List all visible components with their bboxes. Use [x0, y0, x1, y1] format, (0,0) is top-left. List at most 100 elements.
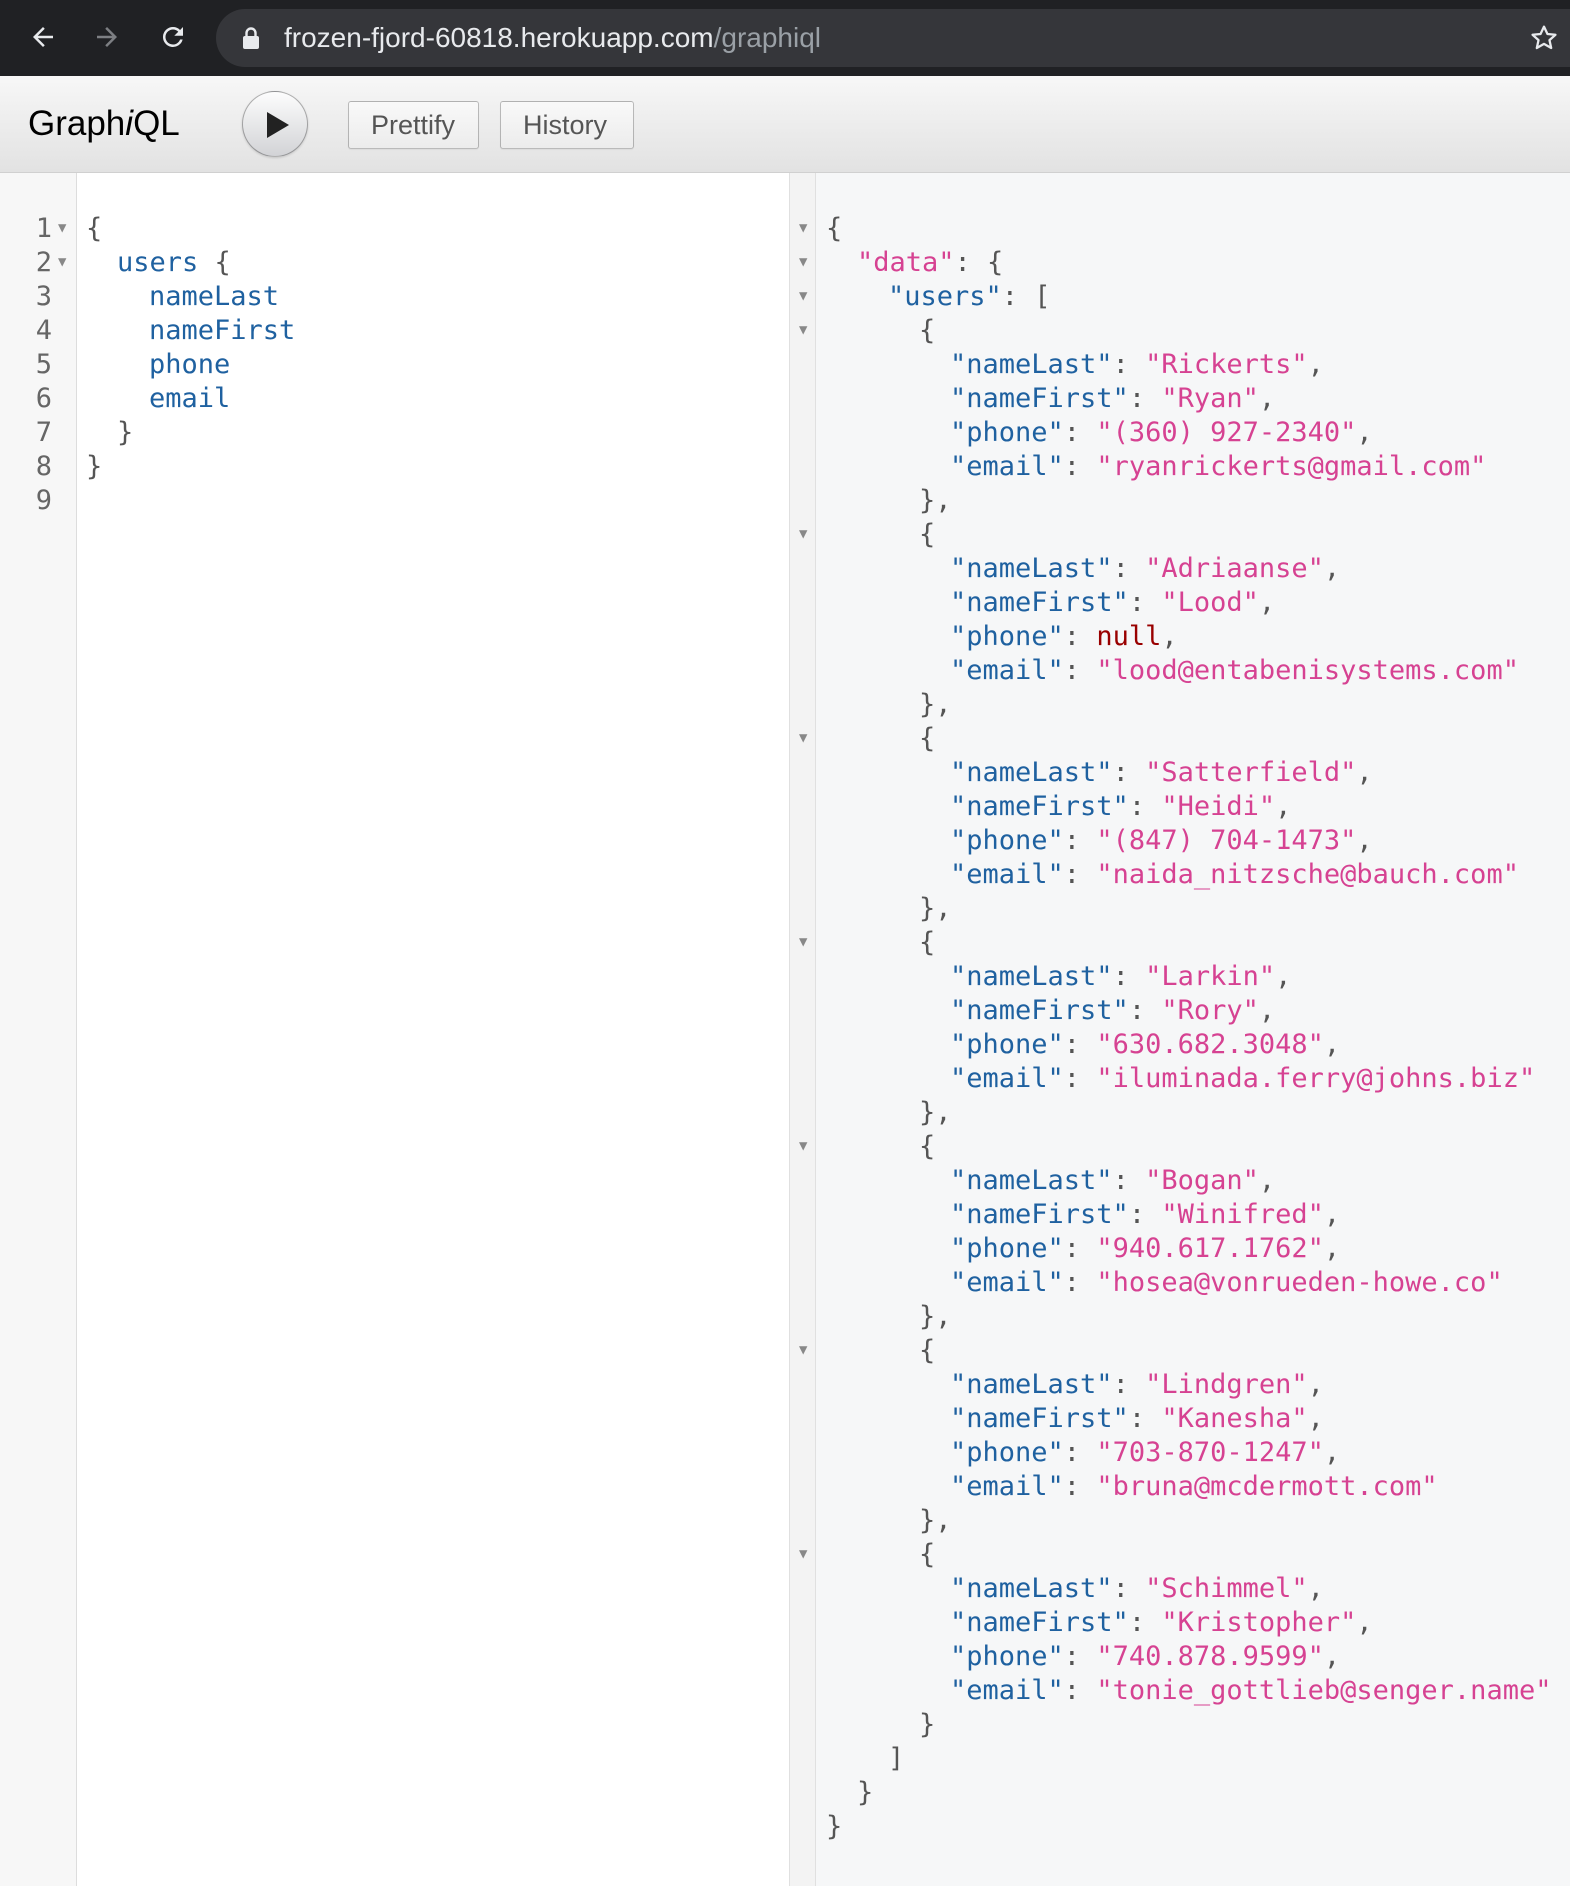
result-key-namefirst: "nameFirst" — [950, 587, 1129, 618]
result-field-line: "email": "hosea@vonrueden-howe.co" — [950, 1267, 1503, 1298]
fold-toggle-icon[interactable]: ▼ — [799, 322, 807, 338]
result-value-namelast: "Schimmel" — [1145, 1573, 1308, 1604]
fold-toggle-icon[interactable]: ▼ — [799, 526, 807, 542]
result-value-email: "tonie_gottlieb@senger.name" — [1096, 1675, 1552, 1706]
result-object-open: { — [919, 927, 936, 958]
result-key-users: "users" — [888, 281, 1002, 312]
result-object-close: }, — [919, 1097, 952, 1128]
result-value-email: "lood@entabenisystems.com" — [1096, 655, 1519, 686]
result-object-open: { — [919, 1335, 936, 1366]
result-value-namefirst: "Lood" — [1161, 587, 1259, 618]
query-field: nameFirst — [149, 315, 296, 346]
fold-toggle-icon[interactable]: ▼ — [799, 1138, 807, 1154]
result-key-namefirst: "nameFirst" — [950, 1199, 1129, 1230]
result-object-close: }, — [919, 1301, 952, 1332]
result-field-line: "nameFirst": "Kristopher", — [950, 1607, 1373, 1638]
editor-drag-bar[interactable] — [789, 173, 816, 1886]
query-outer-close-brace: } — [86, 451, 103, 482]
query-field: phone — [149, 349, 231, 380]
result-key-phone: "phone" — [950, 825, 1064, 856]
result-value-email: "naida_nitzsche@bauch.com" — [1096, 859, 1519, 890]
line-number: 6 — [35, 383, 52, 414]
result-value-namefirst: "Kristopher" — [1161, 1607, 1357, 1638]
result-object-close: }, — [919, 485, 952, 516]
result-key-namelast: "nameLast" — [950, 1369, 1113, 1400]
result-key-email: "email" — [950, 1675, 1064, 1706]
result-field-line: "nameFirst": "Kanesha", — [950, 1403, 1324, 1434]
fold-toggle-icon[interactable]: ▼ — [799, 288, 807, 304]
result-key-namelast: "nameLast" — [950, 961, 1113, 992]
result-field-line: "nameFirst": "Ryan", — [950, 383, 1276, 414]
result-field-line: "nameLast": "Adriaanse", — [950, 553, 1341, 584]
reload-icon[interactable] — [150, 14, 196, 60]
line-number: 3 — [35, 281, 52, 312]
result-object-open: { — [919, 315, 936, 346]
result-key-data: "data" — [857, 247, 955, 278]
result-field-line: "email": "bruna@mcdermott.com" — [950, 1471, 1438, 1502]
fold-toggle-icon[interactable]: ▼ — [799, 1342, 807, 1358]
result-key-namefirst: "nameFirst" — [950, 1403, 1129, 1434]
result-value-namelast: "Lindgren" — [1145, 1369, 1308, 1400]
prettify-button[interactable]: Prettify — [348, 101, 479, 149]
result-field-line: "nameFirst": "Lood", — [950, 587, 1276, 618]
query-field: email — [149, 383, 231, 414]
result-value-phone: "(847) 704-1473" — [1096, 825, 1357, 856]
query-inner-close-brace: } — [117, 417, 134, 448]
forward-arrow-icon[interactable] — [84, 14, 130, 60]
line-number: 9 — [35, 485, 52, 516]
graphiql-toolbar: GraphiQL Prettify History — [0, 76, 1570, 173]
result-field-line: "phone": "(847) 704-1473", — [950, 825, 1373, 856]
result-value-namefirst: "Rory" — [1161, 995, 1259, 1026]
result-value-namefirst: "Kanesha" — [1161, 1403, 1308, 1434]
fold-toggle-icon[interactable]: ▼ — [799, 934, 807, 950]
result-object-close: }, — [919, 893, 952, 924]
result-close-brace: } — [826, 1811, 843, 1842]
line-number-gutter: 1 2 3 4 5 6 7 8 9 ▼ ▼ — [0, 173, 77, 1886]
result-field-line: "email": "iluminada.ferry@johns.biz" — [950, 1063, 1536, 1094]
result-value-namefirst: "Ryan" — [1161, 383, 1259, 414]
result-field-line: "phone": "(360) 927-2340", — [950, 417, 1373, 448]
result-key-namelast: "nameLast" — [950, 757, 1113, 788]
result-key-namelast: "nameLast" — [950, 553, 1113, 584]
query-root-line: users { — [117, 247, 231, 278]
fold-toggle-icon[interactable]: ▼ — [799, 1546, 807, 1562]
result-field-line: "email": "lood@entabenisystems.com" — [950, 655, 1519, 686]
result-users-close: ] — [888, 1743, 905, 1774]
back-arrow-icon[interactable] — [20, 14, 66, 60]
result-key-email: "email" — [950, 655, 1064, 686]
fold-toggle-icon[interactable]: ▼ — [58, 254, 66, 270]
line-number: 4 — [35, 315, 52, 346]
result-field-line: "email": "ryanrickerts@gmail.com" — [950, 451, 1487, 482]
result-value-phone: "740.878.9599" — [1096, 1641, 1324, 1672]
fold-toggle-icon[interactable]: ▼ — [799, 254, 807, 270]
history-button[interactable]: History — [500, 101, 634, 149]
bookmark-star-icon[interactable] — [1528, 22, 1560, 59]
result-field-line: "phone": "740.878.9599", — [950, 1641, 1341, 1672]
url-text: frozen-fjord-60818.herokuapp.com/graphiq… — [284, 9, 821, 67]
fold-toggle-icon[interactable]: ▼ — [799, 730, 807, 746]
result-object-close: }, — [919, 1505, 952, 1536]
result-key-namefirst: "nameFirst" — [950, 791, 1129, 822]
execute-query-button[interactable] — [242, 91, 308, 157]
lock-icon — [242, 26, 260, 55]
result-value-phone: "940.617.1762" — [1096, 1233, 1324, 1264]
result-field-line: "email": "tonie_gottlieb@senger.name" — [950, 1675, 1552, 1706]
query-field: nameLast — [149, 281, 280, 312]
result-key-email: "email" — [950, 451, 1064, 482]
result-field-line: "phone": "703-870-1247", — [950, 1437, 1341, 1468]
url-path: /graphiql — [713, 22, 821, 53]
result-key-email: "email" — [950, 859, 1064, 890]
result-key-namelast: "nameLast" — [950, 1165, 1113, 1196]
result-value-phone: "(360) 927-2340" — [1096, 417, 1357, 448]
result-value-phone: "703-870-1247" — [1096, 1437, 1324, 1468]
fold-toggle-icon[interactable]: ▼ — [58, 220, 66, 236]
line-number: 8 — [35, 451, 52, 482]
query-editor[interactable]: 1 2 3 4 5 6 7 8 9 ▼ ▼ { users { nameLast… — [0, 173, 789, 1886]
result-field-line: "nameLast": "Rickerts", — [950, 349, 1324, 380]
result-key-email: "email" — [950, 1063, 1064, 1094]
result-object-open: { — [919, 1131, 936, 1162]
result-open-brace: { — [826, 213, 843, 244]
fold-toggle-icon[interactable]: ▼ — [799, 220, 807, 236]
address-bar[interactable]: frozen-fjord-60818.herokuapp.com/graphiq… — [216, 9, 1570, 67]
play-icon — [267, 112, 289, 138]
